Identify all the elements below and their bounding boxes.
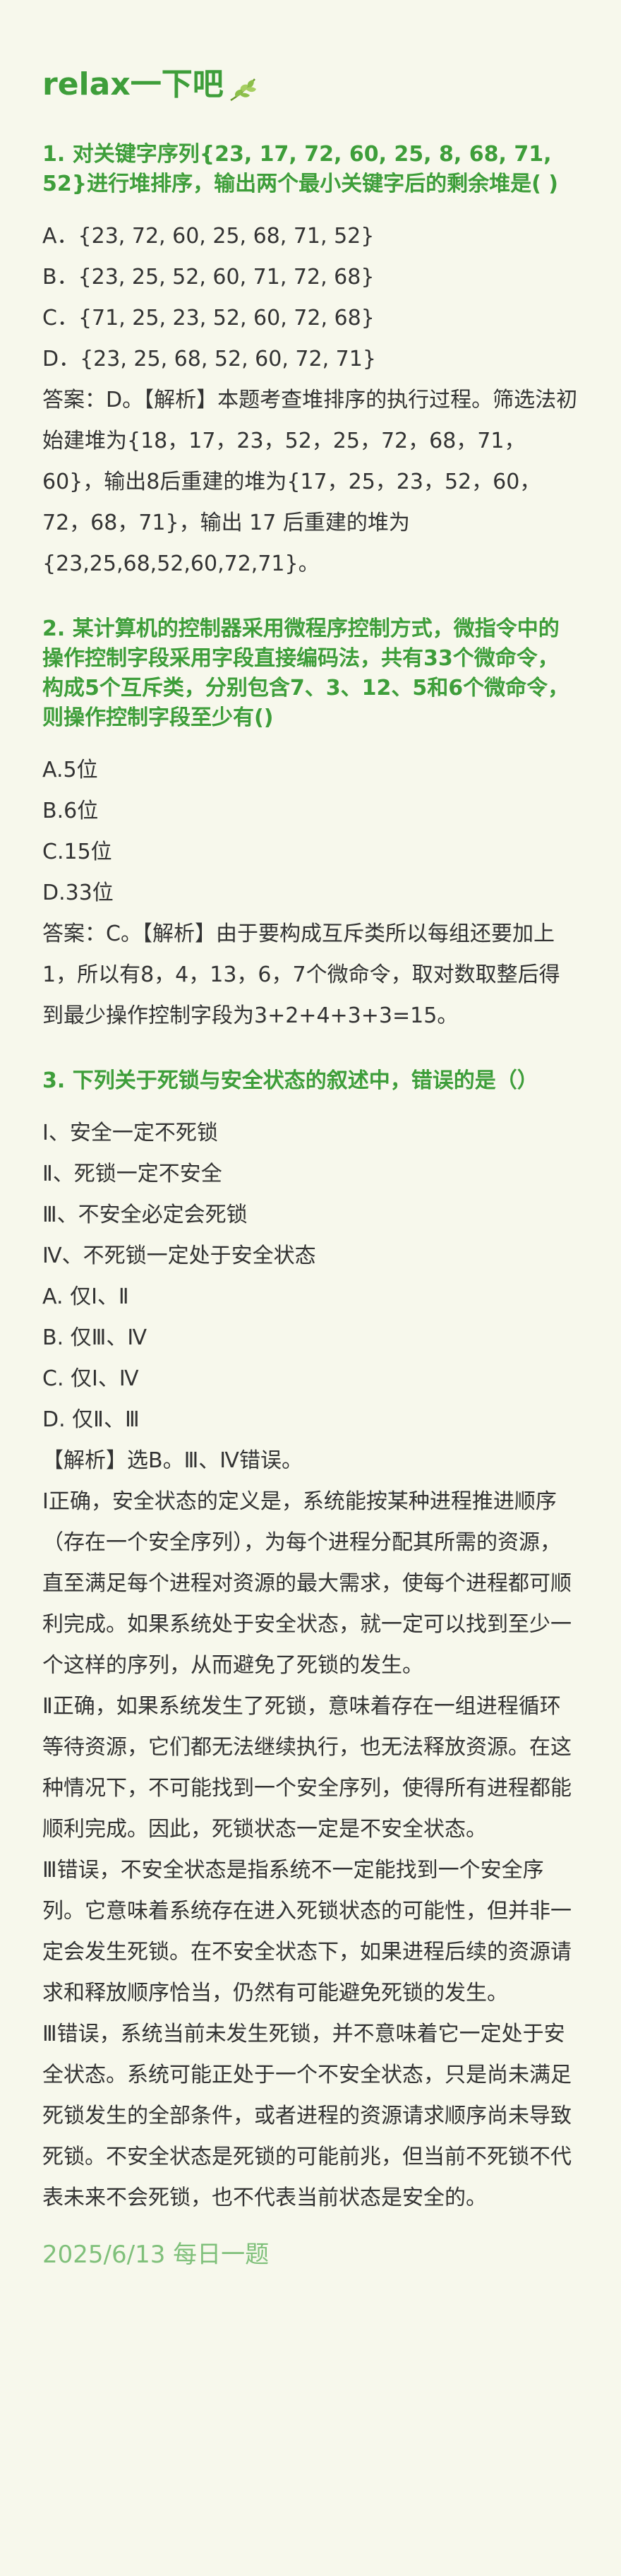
question-2-options: A.5位 B.6位 C.15位 D.33位 答案：C。【解析】由于要构成互斥类所… — [42, 750, 579, 1037]
question-1-options: A．{23, 72, 60, 25, 68, 71, 52} B．{23, 25… — [42, 216, 579, 585]
leaf-icon — [227, 72, 260, 102]
question-3-title: 3. 下列关于死锁与安全状态的叙述中，错误的是（） — [42, 1068, 538, 1093]
question-1-title: 1. 对关键字序列{23, 17, 72, 60, 25, 8, 68, 71,… — [42, 142, 558, 196]
question-1-option-b: B．{23, 25, 52, 60, 71, 72, 68} — [42, 265, 375, 290]
question-2-option-a: A.5位 — [42, 758, 98, 782]
question-3-analysis-iv: Ⅲ错误，系统当前未发生死锁，并不意味着它一定处于安全状态。系统可能正处于一个不安… — [42, 2022, 572, 2210]
question-1-option-c: C．{71, 25, 23, 52, 60, 72, 68} — [42, 306, 375, 330]
question-3-option-c: C. 仅Ⅰ、Ⅳ — [42, 1366, 139, 1391]
question-3-statement-4: Ⅳ、不死锁一定处于安全状态 — [42, 1244, 316, 1268]
footer-date: 2025/6/13 每日一题 — [42, 2241, 270, 2269]
question-2-option-b: B.6位 — [42, 799, 99, 823]
question-3-analysis-iii: Ⅲ错误，不安全状态是指系统不一定能找到一个安全序列。它意味着系统存在进入死锁状态… — [42, 1858, 572, 2005]
question-3-statement-1: Ⅰ、安全一定不死锁 — [42, 1121, 218, 1145]
question-3-analysis-summary: 【解析】选B。Ⅲ、Ⅳ错误。 — [42, 1448, 303, 1473]
question-3-body: Ⅰ、安全一定不死锁 Ⅱ、死锁一定不安全 Ⅲ、不安全必定会死锁 Ⅳ、不死锁一定处于… — [42, 1113, 579, 2219]
question-1-option-d: D．{23, 25, 68, 52, 60, 72, 71} — [42, 347, 376, 371]
question-3-option-a: A. 仅Ⅰ、Ⅱ — [42, 1284, 129, 1309]
question-1: 1. 对关键字序列{23, 17, 72, 60, 25, 8, 68, 71,… — [42, 140, 579, 585]
question-3-statement-2: Ⅱ、死锁一定不安全 — [42, 1162, 222, 1186]
question-3-analysis-i: Ⅰ正确，安全状态的定义是，系统能按某种进程推进顺序（存在一个安全序列），为每个进… — [42, 1489, 572, 1678]
question-2: 2. 某计算机的控制器采用微程序控制方式，微指令中的操作控制字段采用字段直接编码… — [42, 614, 579, 1037]
question-1-answer: 答案：D。【解析】本题考查堆排序的执行过程。筛选法初始建堆为{18，17，23，… — [42, 388, 578, 576]
question-3-statement-3: Ⅲ、不安全必定会死锁 — [42, 1203, 248, 1227]
question-2-option-d: D.33位 — [42, 881, 114, 905]
question-3-option-d: D. 仅Ⅱ、Ⅲ — [42, 1407, 140, 1432]
article: relax一下吧 1. 对关键字序列{23, 17, 72, 60, 25, 8… — [42, 0, 579, 2272]
page-title: relax一下吧 — [42, 64, 579, 106]
question-3-analysis-ii: Ⅱ正确，如果系统发生了死锁，意味着存在一组进程循环等待资源，它们都无法继续执行，… — [42, 1694, 572, 1842]
question-3: 3. 下列关于死锁与安全状态的叙述中，错误的是（） Ⅰ、安全一定不死锁 Ⅱ、死锁… — [42, 1066, 579, 2219]
question-2-title: 2. 某计算机的控制器采用微程序控制方式，微指令中的操作控制字段采用字段直接编码… — [42, 616, 569, 730]
page-title-text: relax一下吧 — [42, 66, 224, 102]
question-2-option-c: C.15位 — [42, 840, 112, 864]
question-1-option-a: A．{23, 72, 60, 25, 68, 71, 52} — [42, 224, 375, 249]
question-3-option-b: B. 仅Ⅲ、Ⅳ — [42, 1325, 147, 1350]
question-2-answer: 答案：C。【解析】由于要构成互斥类所以每组还要加上1，所以有8，4，13，6，7… — [42, 922, 560, 1028]
